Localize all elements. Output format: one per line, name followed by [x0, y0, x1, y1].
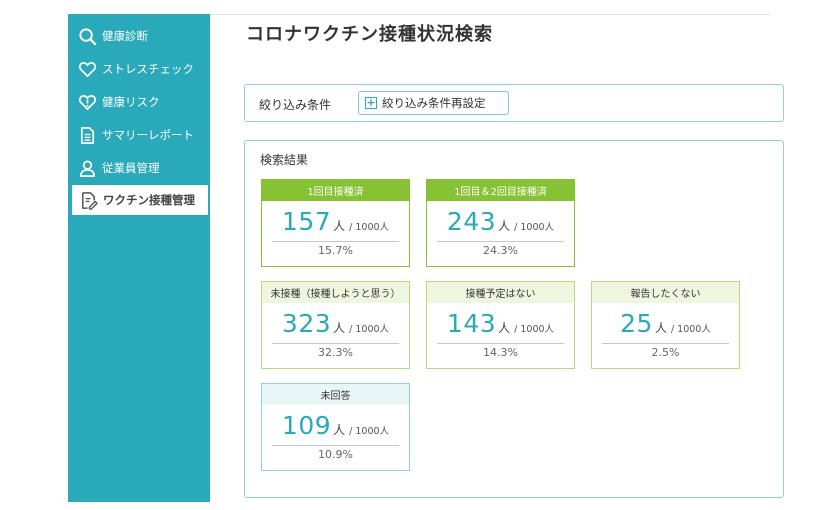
card-total: / 1000人	[349, 426, 390, 437]
heart-risk-icon	[77, 92, 97, 112]
card-count: 323	[281, 309, 332, 338]
card-total: / 1000人	[349, 324, 390, 335]
page-title: コロナワクチン接種状況検索	[246, 24, 493, 45]
reset-filter-button-label: 絞り込み条件再設定	[382, 96, 486, 110]
sidebar-item-label: サマリーレポート	[102, 128, 194, 142]
card-unit: 人	[498, 219, 511, 233]
card-percent: 32.3%	[318, 346, 353, 359]
result-card-no-plan: 接種予定はない 143 人 / 1000人 14.3%	[426, 281, 575, 369]
card-count: 243	[446, 207, 497, 236]
card-title: 1回目＆2回目接種済	[427, 180, 574, 201]
card-percent: 24.3%	[483, 244, 518, 257]
card-divider	[272, 343, 399, 344]
edit-document-icon	[78, 190, 98, 210]
sidebar-item-label: 健康リスク	[102, 95, 160, 109]
card-percent: 10.9%	[318, 448, 353, 461]
card-total: / 1000人	[514, 222, 555, 233]
heart-icon	[77, 59, 97, 79]
card-unit: 人	[333, 219, 346, 233]
card-title: 1回目接種済	[262, 180, 409, 201]
card-unit: 人	[654, 321, 667, 335]
card-count: 25	[620, 309, 653, 338]
card-percent: 14.3%	[483, 346, 518, 359]
sidebar-item-health-checkup[interactable]: 健康診断	[68, 21, 210, 51]
results-panel: 検索結果 1回目接種済 157 人 / 1000人 15.7% 1回目＆2回目接…	[244, 140, 784, 498]
card-divider	[272, 445, 399, 446]
card-total: / 1000人	[349, 222, 390, 233]
sidebar-item-health-risk[interactable]: 健康リスク	[68, 87, 210, 117]
card-unit: 人	[333, 321, 346, 335]
sidebar-item-label: ワクチン接種管理	[103, 193, 195, 207]
document-icon	[77, 125, 97, 145]
card-unit: 人	[333, 423, 346, 437]
card-total: / 1000人	[514, 324, 555, 335]
sidebar-item-stress-check[interactable]: ストレスチェック	[68, 54, 210, 84]
result-card-first-dose: 1回目接種済 157 人 / 1000人 15.7%	[261, 179, 410, 267]
card-divider	[437, 343, 564, 344]
sidebar: 健康診断 ストレスチェック 健康リスク サマリーレポート 従業員管理 ワクチン接…	[68, 14, 210, 502]
top-divider	[210, 14, 770, 15]
card-title: 報告したくない	[592, 282, 739, 303]
card-total: / 1000人	[670, 324, 711, 335]
card-divider	[437, 241, 564, 242]
user-icon	[77, 158, 97, 178]
plus-icon: +	[365, 96, 377, 109]
sidebar-item-summary-report[interactable]: サマリーレポート	[68, 120, 210, 150]
sidebar-item-vaccine-management[interactable]: ワクチン接種管理	[72, 185, 208, 215]
card-unit: 人	[498, 321, 511, 335]
result-card-no-answer: 未回答 109 人 / 1000人 10.9%	[261, 383, 410, 471]
card-percent: 15.7%	[318, 244, 353, 257]
card-percent: 2.5%	[651, 346, 680, 359]
card-count: 109	[281, 411, 332, 440]
filter-panel: 絞り込み条件 + 絞り込み条件再設定	[244, 84, 784, 122]
sidebar-item-label: 健康診断	[102, 29, 148, 43]
card-count: 143	[446, 309, 497, 338]
card-divider	[602, 343, 729, 344]
card-divider	[272, 241, 399, 242]
card-count: 157	[281, 207, 332, 236]
sidebar-item-label: 従業員管理	[102, 161, 160, 175]
result-card-prefer-not-to-report: 報告したくない 25 人 / 1000人 2.5%	[591, 281, 740, 369]
results-label: 検索結果	[260, 153, 309, 167]
reset-filter-button[interactable]: + 絞り込み条件再設定	[358, 91, 509, 115]
sidebar-item-label: ストレスチェック	[102, 62, 194, 76]
card-title: 未接種（接種しようと思う）	[262, 282, 409, 303]
filter-label: 絞り込み条件	[259, 98, 332, 112]
search-icon	[77, 26, 97, 46]
sidebar-item-employee-management[interactable]: 従業員管理	[68, 153, 210, 183]
result-card-not-vaccinated-planning: 未接種（接種しようと思う） 323 人 / 1000人 32.3%	[261, 281, 410, 369]
result-card-second-dose: 1回目＆2回目接種済 243 人 / 1000人 24.3%	[426, 179, 575, 267]
card-title: 未回答	[262, 384, 409, 405]
card-title: 接種予定はない	[427, 282, 574, 303]
